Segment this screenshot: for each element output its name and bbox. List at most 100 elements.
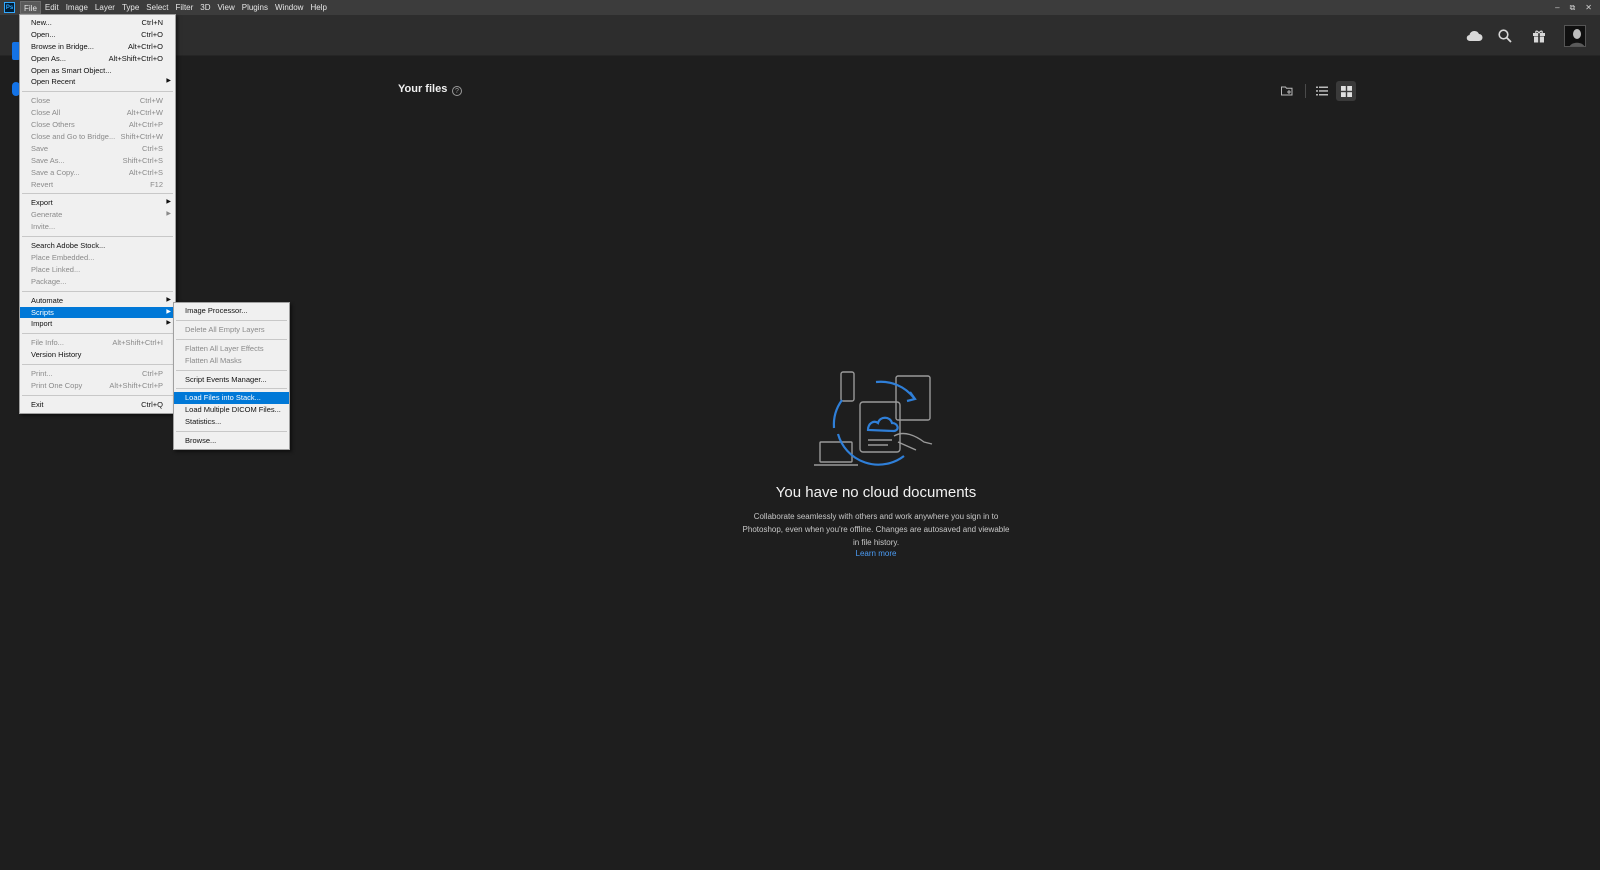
cloud-icon[interactable] — [1464, 26, 1484, 46]
menu-3d[interactable]: 3D — [197, 1, 213, 14]
file-menu-item-search-adobe-stock[interactable]: Search Adobe Stock... — [20, 240, 175, 252]
learn-more-link[interactable]: Learn more — [740, 549, 1012, 558]
file-menu-item-generate[interactable]: Generate ▶ — [20, 209, 175, 221]
scripts-menu-item-delete-all-empty-layers[interactable]: Delete All Empty Layers — [174, 324, 289, 336]
scripts-menu-item-statistics[interactable]: Statistics... — [174, 416, 289, 428]
menu-item-label: Open As... — [31, 53, 67, 63]
menu-separator — [20, 288, 175, 295]
file-menu-item-save-as[interactable]: Save As... Shift+Ctrl+S — [20, 155, 175, 167]
scripts-menu-item-script-events-manager[interactable]: Script Events Manager... — [174, 374, 289, 386]
menu-bar-items: File Edit Image Layer Type Select Filter 3D View… — [20, 1, 331, 14]
menu-item-shortcut: F12 — [150, 179, 163, 189]
scripts-menu-item-load-multiple-dicom-files[interactable]: Load Multiple DICOM Files... — [174, 404, 289, 416]
file-menu-item-place-embedded[interactable]: Place Embedded... — [20, 252, 175, 264]
file-menu-item-save[interactable]: Save Ctrl+S — [20, 143, 175, 155]
menu-item-shortcut: Ctrl+S — [141, 143, 163, 153]
menu-item-shortcut: Ctrl+Q — [141, 399, 163, 409]
submenu-arrow-icon: ▶ — [166, 211, 171, 218]
file-menu-item-open[interactable]: Open... Ctrl+O — [20, 29, 175, 41]
menu-item-label: Save As... — [31, 155, 65, 165]
file-menu-item-open-as-smart-object[interactable]: Open as Smart Object... — [20, 65, 175, 77]
search-icon[interactable] — [1495, 26, 1515, 46]
list-view-icon[interactable] — [1312, 81, 1332, 101]
file-menu-item-save-a-copy[interactable]: Save a Copy... Alt+Ctrl+S — [20, 167, 175, 179]
menu-separator — [174, 336, 289, 343]
menu-item-shortcut: Ctrl+W — [139, 96, 163, 106]
avatar[interactable] — [1564, 25, 1586, 47]
menu-separator — [174, 385, 289, 392]
menu-separator — [174, 367, 289, 374]
gift-icon[interactable] — [1529, 26, 1549, 46]
file-menu-item-close[interactable]: Close Ctrl+W — [20, 95, 175, 107]
menu-window[interactable]: Window — [272, 1, 306, 14]
help-icon[interactable]: ? — [452, 86, 462, 96]
scripts-menu-item-flatten-all-layer-effects[interactable]: Flatten All Layer Effects — [174, 343, 289, 355]
file-menu-item-import[interactable]: Import ▶ — [20, 318, 175, 330]
menu-item-shortcut: Ctrl+P — [141, 369, 163, 379]
file-menu-item-close-and-go-to-bridge[interactable]: Close and Go to Bridge... Shift+Ctrl+W — [20, 131, 175, 143]
scripts-menu-item-browse[interactable]: Browse... — [174, 435, 289, 447]
scripts-menu-item-image-processor[interactable]: Image Processor... — [174, 305, 289, 317]
menu-layer[interactable]: Layer — [92, 1, 118, 14]
file-menu-item-close-others[interactable]: Close Others Alt+Ctrl+P — [20, 119, 175, 131]
minimize-icon[interactable]: – — [1555, 3, 1559, 12]
file-menu-item-print-one-copy[interactable]: Print One Copy Alt+Shift+Ctrl+P — [20, 380, 175, 392]
file-menu-item-revert[interactable]: Revert F12 — [20, 179, 175, 191]
file-menu-item-invite[interactable]: Invite... — [20, 221, 175, 233]
scripts-menu-item-flatten-all-masks[interactable]: Flatten All Masks — [174, 355, 289, 367]
menu-edit[interactable]: Edit — [42, 1, 62, 14]
menu-item-label: Export — [31, 198, 53, 208]
file-menu-item-close-all[interactable]: Close All Alt+Ctrl+W — [20, 107, 175, 119]
menu-item-label: Print One Copy — [31, 381, 83, 391]
menu-view[interactable]: View — [215, 1, 238, 14]
menu-item-label: Browse in Bridge... — [31, 41, 94, 51]
menu-item-label: Revert — [31, 179, 54, 189]
grid-view-icon[interactable] — [1336, 81, 1356, 101]
menu-file[interactable]: File — [20, 1, 41, 14]
scripts-menu-item-load-files-into-stack[interactable]: Load Files into Stack... — [174, 392, 289, 405]
menu-item-label: Close Others — [31, 120, 75, 130]
menu-filter[interactable]: Filter — [173, 1, 197, 14]
menu-item-label: Delete All Empty Layers — [185, 324, 265, 334]
restore-icon[interactable]: ⧉ — [1570, 3, 1576, 13]
menu-item-label: Exit — [31, 399, 44, 409]
menu-item-shortcut: Alt+Ctrl+O — [127, 41, 163, 51]
menu-item-label: Image Processor... — [185, 306, 248, 315]
file-menu-item-open-as[interactable]: Open As... Alt+Shift+Ctrl+O — [20, 53, 175, 65]
file-menu-item-print[interactable]: Print... Ctrl+P — [20, 368, 175, 380]
file-menu-item-version-history[interactable]: Version History — [20, 349, 175, 361]
file-menu-item-scripts[interactable]: Scripts ▶ — [20, 306, 175, 319]
file-menu-item-new[interactable]: New... Ctrl+N — [20, 17, 175, 29]
file-menu-item-file-info[interactable]: File Info... Alt+Shift+Ctrl+I — [20, 337, 175, 349]
menu-item-label: Save a Copy... — [31, 167, 80, 177]
file-menu-item-automate[interactable]: Automate ▶ — [20, 295, 175, 307]
menu-item-label: Open Recent — [31, 77, 76, 87]
file-menu-item-package[interactable]: Package... — [20, 276, 175, 288]
submenu-arrow-icon: ▶ — [166, 320, 171, 327]
menu-help[interactable]: Help — [307, 1, 329, 14]
menu-separator — [20, 190, 175, 197]
home-header — [0, 15, 1600, 60]
menu-item-label: Invite... — [31, 222, 56, 232]
menu-select[interactable]: Select — [143, 1, 171, 14]
menu-plugins[interactable]: Plugins — [239, 1, 271, 14]
new-folder-icon[interactable] — [1277, 81, 1297, 101]
close-icon[interactable]: ✕ — [1585, 3, 1592, 12]
file-menu-item-browse-in-bridge[interactable]: Browse in Bridge... Alt+Ctrl+O — [20, 41, 175, 53]
menu-separator — [20, 233, 175, 240]
menu-item-label: Generate — [31, 210, 63, 220]
menu-item-shortcut: Alt+Ctrl+W — [126, 108, 163, 118]
file-menu-item-place-linked[interactable]: Place Linked... — [20, 264, 175, 276]
empty-state-title: You have no cloud documents — [775, 484, 977, 501]
file-menu-item-export[interactable]: Export ▶ — [20, 197, 175, 209]
file-menu-item-open-recent[interactable]: Open Recent ▶ — [20, 76, 175, 88]
menu-image[interactable]: Image — [63, 1, 91, 14]
menu-item-label: Load Multiple DICOM Files... — [185, 405, 281, 415]
menu-item-label: Open as Smart Object... — [31, 65, 112, 75]
menu-type[interactable]: Type — [119, 1, 142, 14]
menu-item-label: Browse... — [185, 436, 217, 446]
file-menu-item-exit[interactable]: Exit Ctrl+Q — [20, 399, 175, 411]
menu-item-label: Place Embedded... — [31, 253, 95, 263]
menu-item-shortcut: Alt+Ctrl+P — [128, 120, 163, 130]
menu-item-label: Version History — [31, 350, 82, 360]
